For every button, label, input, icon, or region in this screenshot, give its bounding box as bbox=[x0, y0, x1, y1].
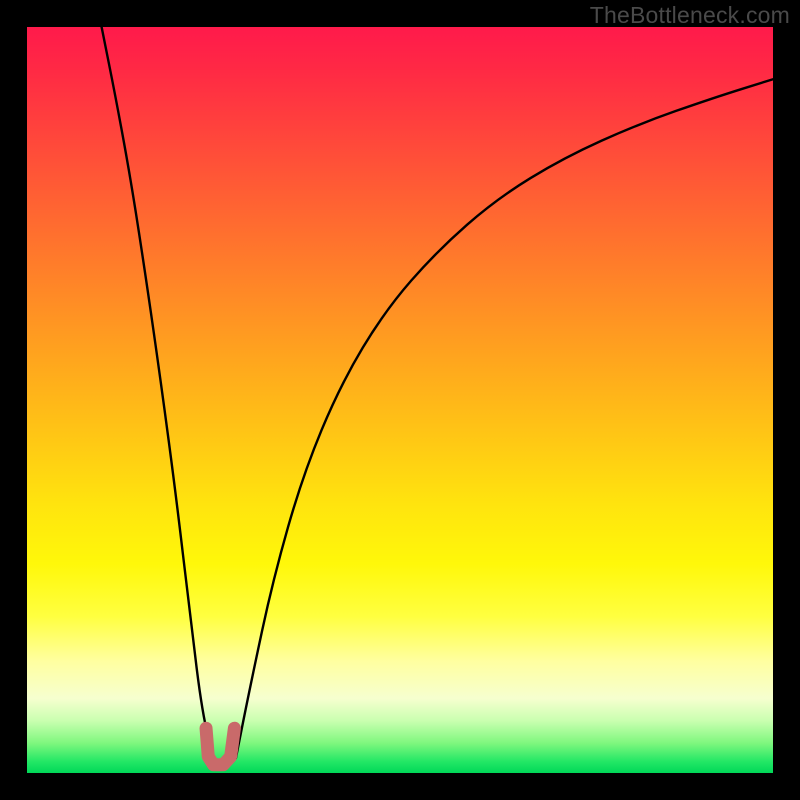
bottom-u-marker bbox=[206, 728, 234, 765]
chart-frame: TheBottleneck.com bbox=[0, 0, 800, 800]
curve-left-branch bbox=[102, 27, 214, 758]
curve-right-branch bbox=[236, 79, 773, 758]
chart-curves bbox=[27, 27, 773, 773]
watermark-text: TheBottleneck.com bbox=[590, 2, 790, 29]
